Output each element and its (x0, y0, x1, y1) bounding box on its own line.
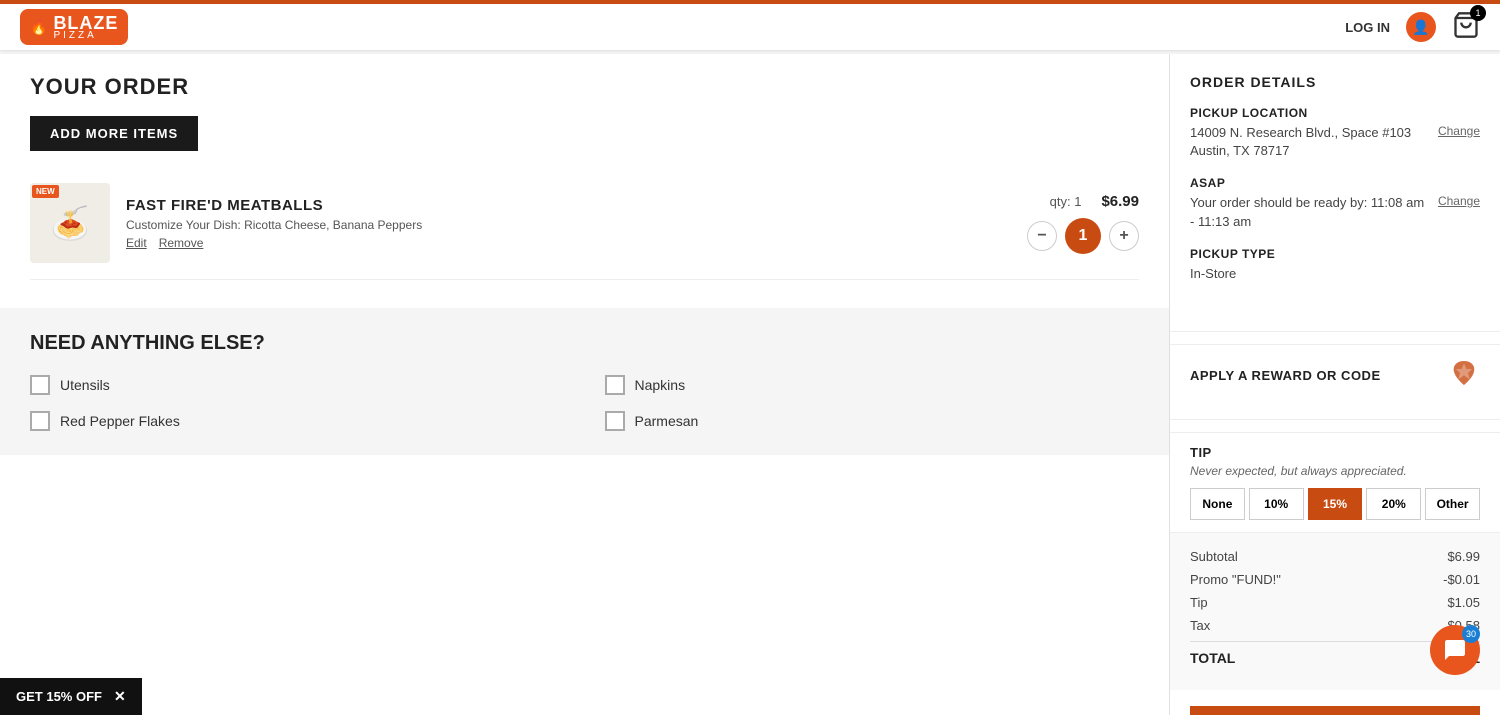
item-actions: Edit Remove (126, 236, 1011, 250)
extra-napkins: Napkins (605, 375, 1140, 395)
logo[interactable]: 🔥 BLAZE PIZZA (20, 9, 128, 45)
qty-number: 1 (1065, 218, 1101, 254)
right-panel: ORDER DETAILS PICKUP LOCATION 14009 N. R… (1170, 54, 1500, 715)
extra-red-pepper: Red Pepper Flakes (30, 411, 565, 431)
tip-20-button[interactable]: 20% (1366, 488, 1421, 520)
tip-note: Never expected, but always appreciated. (1190, 464, 1480, 478)
tax-label: Tax (1190, 618, 1210, 633)
main-layout: YOUR ORDER ADD MORE ITEMS 🍝 NEW FAST FIR… (0, 0, 1500, 715)
extra-utensils: Utensils (30, 375, 565, 395)
asap-label: ASAP (1190, 176, 1480, 190)
promo-label: Promo "FUND!" (1190, 572, 1281, 587)
need-anything-title: NEED ANYTHING ELSE? (30, 332, 1139, 355)
item-image: 🍝 NEW (30, 183, 110, 263)
tip-label: TIP (1190, 445, 1480, 460)
asap-row: Your order should be ready by: 11:08 am … (1190, 194, 1480, 230)
cart-badge: 1 (1470, 5, 1486, 21)
checkout-button[interactable]: CHECKOUT (1190, 706, 1480, 715)
tip-other-button[interactable]: Other (1425, 488, 1480, 520)
red-pepper-checkbox[interactable] (30, 411, 50, 431)
item-customize: Customize Your Dish: Ricotta Cheese, Ban… (126, 218, 1011, 232)
chat-badge: 30 (1462, 625, 1480, 643)
your-order-section: YOUR ORDER ADD MORE ITEMS 🍝 NEW FAST FIR… (0, 54, 1169, 300)
tip-15-button[interactable]: 15% (1308, 488, 1363, 520)
order-details-section: ORDER DETAILS PICKUP LOCATION 14009 N. R… (1170, 54, 1500, 319)
extras-grid: Utensils Napkins Red Pepper Flakes Parme… (30, 375, 1139, 431)
asap-group: ASAP Your order should be ready by: 11:0… (1190, 176, 1480, 230)
tip-section: TIP Never expected, but always appreciat… (1170, 432, 1500, 532)
tip-options: None 10% 15% 20% Other (1190, 488, 1480, 520)
add-more-items-button[interactable]: ADD MORE ITEMS (30, 116, 198, 151)
increase-qty-button[interactable]: + (1109, 221, 1139, 251)
order-details-title: ORDER DETAILS (1190, 74, 1480, 90)
parmesan-checkbox[interactable] (605, 411, 625, 431)
user-icon[interactable]: 👤 (1406, 12, 1436, 42)
subtotal-value: $6.99 (1447, 549, 1480, 564)
decrease-qty-button[interactable]: − (1027, 221, 1057, 251)
tip-10-button[interactable]: 10% (1249, 488, 1304, 520)
red-pepper-label: Red Pepper Flakes (60, 413, 180, 429)
pickup-type-value: In-Store (1190, 265, 1480, 283)
subtotal-row: Subtotal $6.99 (1190, 549, 1480, 564)
chat-button[interactable]: 30 (1430, 625, 1480, 675)
header-right: LOG IN 👤 1 (1345, 11, 1480, 44)
flame-icon: 🔥 (30, 19, 47, 36)
item-price: $6.99 (1101, 193, 1139, 210)
bottom-promo: GET 15% OFF ✕ (0, 678, 142, 715)
napkins-checkbox[interactable] (605, 375, 625, 395)
promo-row: Promo "FUND!" -$0.01 (1190, 572, 1480, 587)
change-time-link[interactable]: Change (1438, 194, 1480, 208)
item-name: FAST FIRE'D MEATBALLS (126, 197, 1011, 214)
pickup-type-label: PICKUP TYPE (1190, 247, 1480, 261)
left-panel: YOUR ORDER ADD MORE ITEMS 🍝 NEW FAST FIR… (0, 54, 1170, 715)
remove-link[interactable]: Remove (159, 236, 204, 250)
promo-close-button[interactable]: ✕ (114, 688, 126, 705)
item-qty-price: qty: 1 $6.99 − 1 + (1027, 193, 1139, 254)
subtotal-label: Subtotal (1190, 549, 1238, 564)
logo-text: BLAZE PIZZA (53, 13, 118, 41)
tip-row: Tip $1.05 (1190, 595, 1480, 610)
extra-parmesan: Parmesan (605, 411, 1140, 431)
edit-link[interactable]: Edit (126, 236, 147, 250)
promo-text: GET 15% OFF (16, 689, 102, 704)
utensils-checkbox[interactable] (30, 375, 50, 395)
order-item: 🍝 NEW FAST FIRE'D MEATBALLS Customize Yo… (30, 167, 1139, 280)
pickup-type-group: PICKUP TYPE In-Store (1190, 247, 1480, 283)
tip-summary-value: $1.05 (1447, 595, 1480, 610)
pickup-location-group: PICKUP LOCATION 14009 N. Research Blvd.,… (1190, 106, 1480, 160)
tip-none-button[interactable]: None (1190, 488, 1245, 520)
napkins-label: Napkins (635, 377, 686, 393)
pickup-location-value: 14009 N. Research Blvd., Space #103 Aust… (1190, 124, 1430, 160)
food-emoji: 🍝 (50, 204, 90, 242)
reward-icon (1448, 357, 1480, 395)
reward-section[interactable]: APPLY A REWARD OR CODE (1170, 344, 1500, 407)
tip-summary-label: Tip (1190, 595, 1208, 610)
utensils-label: Utensils (60, 377, 110, 393)
change-location-link[interactable]: Change (1438, 124, 1480, 138)
total-label: TOTAL (1190, 650, 1235, 666)
item-qty-label: qty: 1 (1050, 194, 1082, 209)
need-anything-section: NEED ANYTHING ELSE? Utensils Napkins Red… (0, 308, 1169, 455)
reward-label: APPLY A REWARD OR CODE (1190, 368, 1381, 383)
pickup-location-row: 14009 N. Research Blvd., Space #103 Aust… (1190, 124, 1480, 160)
qty-controls: − 1 + (1027, 218, 1139, 254)
item-details: FAST FIRE'D MEATBALLS Customize Your Dis… (126, 197, 1011, 250)
tax-row: Tax $0.58 (1190, 618, 1480, 633)
login-button[interactable]: LOG IN (1345, 20, 1390, 35)
pickup-location-label: PICKUP LOCATION (1190, 106, 1480, 120)
new-badge: NEW (32, 185, 59, 198)
promo-value: -$0.01 (1443, 572, 1480, 587)
header: 🔥 BLAZE PIZZA LOG IN 👤 1 (0, 0, 1500, 50)
your-order-title: YOUR ORDER (30, 74, 1139, 100)
cart-button[interactable]: 1 (1452, 11, 1480, 44)
asap-value: Your order should be ready by: 11:08 am … (1190, 194, 1430, 230)
parmesan-label: Parmesan (635, 413, 699, 429)
